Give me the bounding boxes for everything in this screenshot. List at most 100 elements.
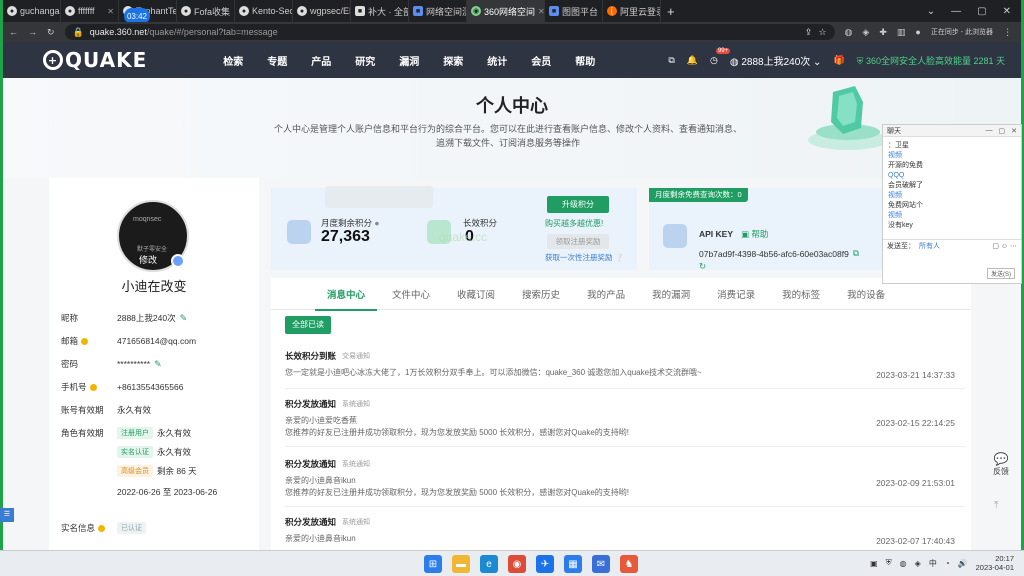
browser-tab[interactable]: ■补大 · 全部✕ — [351, 0, 409, 22]
app-icon[interactable]: ♞ — [620, 555, 638, 573]
close-icon[interactable]: ✕ — [1011, 127, 1017, 135]
page-icon: ■ — [355, 6, 365, 16]
nav-item[interactable]: 探索 — [443, 53, 463, 68]
maximize-icon[interactable]: ▢ — [977, 6, 986, 17]
app-icon[interactable]: ✉ — [592, 555, 610, 573]
browser-tab[interactable]: [阿里云登录✕ — [603, 0, 661, 22]
attach-icon[interactable]: ▢ ☺ ⋯ — [992, 242, 1017, 250]
chevron-down-icon[interactable]: ⌄ — [927, 6, 935, 17]
tab-my-vulns[interactable]: 我的漏洞 — [652, 287, 690, 301]
buy-more-link[interactable]: 购买越多越优惠! — [545, 218, 603, 229]
tab-consumption[interactable]: 消费记录 — [717, 287, 755, 301]
message-item[interactable]: 积分发放通知 系统通知 亲爱的小迪鼻音ikun 您推荐的好友已注册并成功领取积分，… — [285, 458, 975, 499]
close-icon[interactable]: ✕ — [538, 7, 544, 16]
message-item[interactable]: 长效积分到账 交易通知 您一定就是小迪吧心冰冻大佬了，1万长效积分双手奉上。可以添… — [285, 350, 975, 380]
tray-icon[interactable]: ◈ — [915, 559, 921, 568]
browser-tab[interactable]: ● fffffff ✕ — [61, 0, 119, 22]
mark-all-read-button[interactable]: 全部已读 — [285, 316, 331, 334]
edit-icon[interactable]: ✎ — [180, 313, 188, 324]
quake-logo[interactable]: + QUAKE — [43, 48, 147, 72]
volume-icon[interactable]: 🔊 — [958, 559, 968, 568]
tab-subscriptions[interactable]: 收藏订阅 — [457, 287, 495, 301]
close-icon[interactable]: ✕ — [107, 7, 114, 16]
nav-item[interactable]: 检索 — [223, 53, 243, 68]
nav-item[interactable]: 漏洞 — [399, 53, 419, 68]
share-icon[interactable]: ⇪ — [805, 27, 813, 38]
message-item[interactable]: 积分发放通知 系统通知 亲爱的小迪爱吃香蕉 您推荐的好友已注册并成功领取积分，现为… — [285, 398, 975, 439]
nav-item[interactable]: 帮助 — [575, 53, 595, 68]
edge-icon[interactable]: e — [480, 555, 498, 573]
browser-tab[interactable]: ●Fofa收集✕ — [177, 0, 235, 22]
feedback-button[interactable]: 💬 反馈 — [986, 452, 1016, 492]
profile-avatar[interactable]: ● — [915, 27, 920, 38]
message-item[interactable]: 积分发放通知 系统通知 亲爱的小迪鼻音ikun 2023-02-07 17:40:… — [285, 516, 975, 546]
tray-icon[interactable]: ▣ — [870, 559, 878, 568]
refresh-icon[interactable]: ↻ — [699, 261, 859, 272]
tray-icon[interactable]: ◍ — [900, 559, 907, 568]
browser-tab[interactable]: ■网络空间测✕ — [409, 0, 467, 22]
minimize-icon[interactable]: — — [951, 6, 961, 17]
claim-reward-link[interactable]: 获取一次性注册奖励 ❔ — [545, 252, 624, 263]
announcement[interactable]: ⛨ 360全网安全人脸高效能量 2281 天 — [857, 54, 1005, 67]
chat-recipient-select[interactable]: 发送至： 所有人 ▢ ☺ ⋯ — [883, 239, 1021, 251]
clock[interactable]: 20:17 2023-04-01 — [976, 554, 1014, 572]
browser-tab[interactable]: ●Kento-Sec/✕ — [235, 0, 293, 22]
extension-icon[interactable]: ◈ — [862, 27, 869, 38]
start-icon[interactable]: ⊞ — [424, 555, 442, 573]
url-field[interactable]: 🔒 quake.360.net/quake/#/personal?tab=mes… — [64, 24, 835, 40]
avatar-edit-label[interactable]: 修改 — [139, 253, 157, 266]
history-icon[interactable]: ◷ 99+ — [710, 47, 731, 66]
tab-my-devices[interactable]: 我的设备 — [847, 287, 885, 301]
nav-item[interactable]: 会员 — [531, 53, 551, 68]
puzzle-icon[interactable]: ✚ — [879, 27, 887, 38]
sidebar-icon[interactable]: ▥ — [897, 27, 906, 38]
tab-my-products[interactable]: 我的产品 — [587, 287, 625, 301]
menu-icon[interactable]: ⋮ — [1003, 27, 1012, 38]
app-icon[interactable]: ✈ — [536, 555, 554, 573]
minimize-icon[interactable]: — — [986, 127, 993, 135]
star-icon[interactable]: ☆ — [818, 27, 826, 38]
maximize-icon[interactable]: ▢ — [999, 127, 1006, 135]
chat-send-button[interactable]: 发送(S) — [987, 268, 1015, 279]
forward-icon[interactable]: → — [28, 27, 37, 37]
browser-tab[interactable]: ●wgpsec/EN✕ — [293, 0, 351, 22]
copy-icon[interactable]: ⧉ — [853, 248, 859, 259]
app-icon[interactable]: ▦ — [564, 555, 582, 573]
file-explorer-icon[interactable]: ▬ — [452, 555, 470, 573]
user-menu[interactable]: ◍ 2888上我240次 ⌄ — [730, 53, 822, 68]
tab-messages[interactable]: 消息中心 — [314, 287, 378, 311]
bell-icon[interactable]: 🔔 — [687, 55, 698, 66]
input-method[interactable]: 中 — [929, 558, 937, 569]
claim-reward-button[interactable]: 领取注册奖励 — [547, 234, 609, 249]
nav-item[interactable]: 产品 — [311, 53, 331, 68]
tab-search-history[interactable]: 搜索历史 — [522, 287, 560, 301]
nav-item[interactable]: 专题 — [267, 53, 287, 68]
nav-item[interactable]: 研究 — [355, 53, 375, 68]
extension-icon[interactable]: ◍ — [845, 27, 853, 38]
avatar[interactable]: moqnsec 默子零安全 修改 — [117, 200, 189, 272]
browser-tab[interactable]: ■图图平台✕ — [545, 0, 603, 22]
upgrade-points-button[interactable]: 升级积分 — [547, 196, 609, 213]
wifi-icon[interactable]: ◔ — [945, 559, 950, 568]
tray-icon[interactable]: ⛨ — [886, 558, 892, 568]
page-icon: ■ — [549, 6, 559, 16]
info-icon[interactable]: ● — [374, 218, 379, 228]
role-tag: 高级会员 — [117, 465, 153, 477]
tab-files[interactable]: 文件中心 — [392, 287, 430, 301]
chat-line: 开源的免费 — [888, 162, 923, 169]
new-tab-button[interactable]: + — [661, 4, 681, 19]
chrome-icon[interactable]: ◉ — [508, 555, 526, 573]
nav-item[interactable]: 统计 — [487, 53, 507, 68]
browser-tab[interactable]: ●guchangan✕ — [3, 0, 61, 22]
back-icon[interactable]: ← — [9, 27, 18, 37]
gift-icon[interactable]: 🎁 — [833, 55, 844, 66]
edit-icon[interactable]: ✎ — [154, 359, 162, 370]
tab-my-tags[interactable]: 我的标签 — [782, 287, 820, 301]
close-window-icon[interactable]: ✕ — [1003, 6, 1011, 17]
reload-icon[interactable]: ↻ — [47, 27, 55, 38]
side-toggle-button[interactable]: ☰ — [0, 508, 14, 522]
back-to-top-icon[interactable]: ⤒ — [994, 500, 998, 511]
translate-icon[interactable]: ⧉ — [668, 55, 674, 66]
browser-tab-active[interactable]: ◉ 360网络空间 ✕ — [467, 0, 545, 22]
api-help-link[interactable]: ▣ 帮助 — [741, 228, 768, 240]
